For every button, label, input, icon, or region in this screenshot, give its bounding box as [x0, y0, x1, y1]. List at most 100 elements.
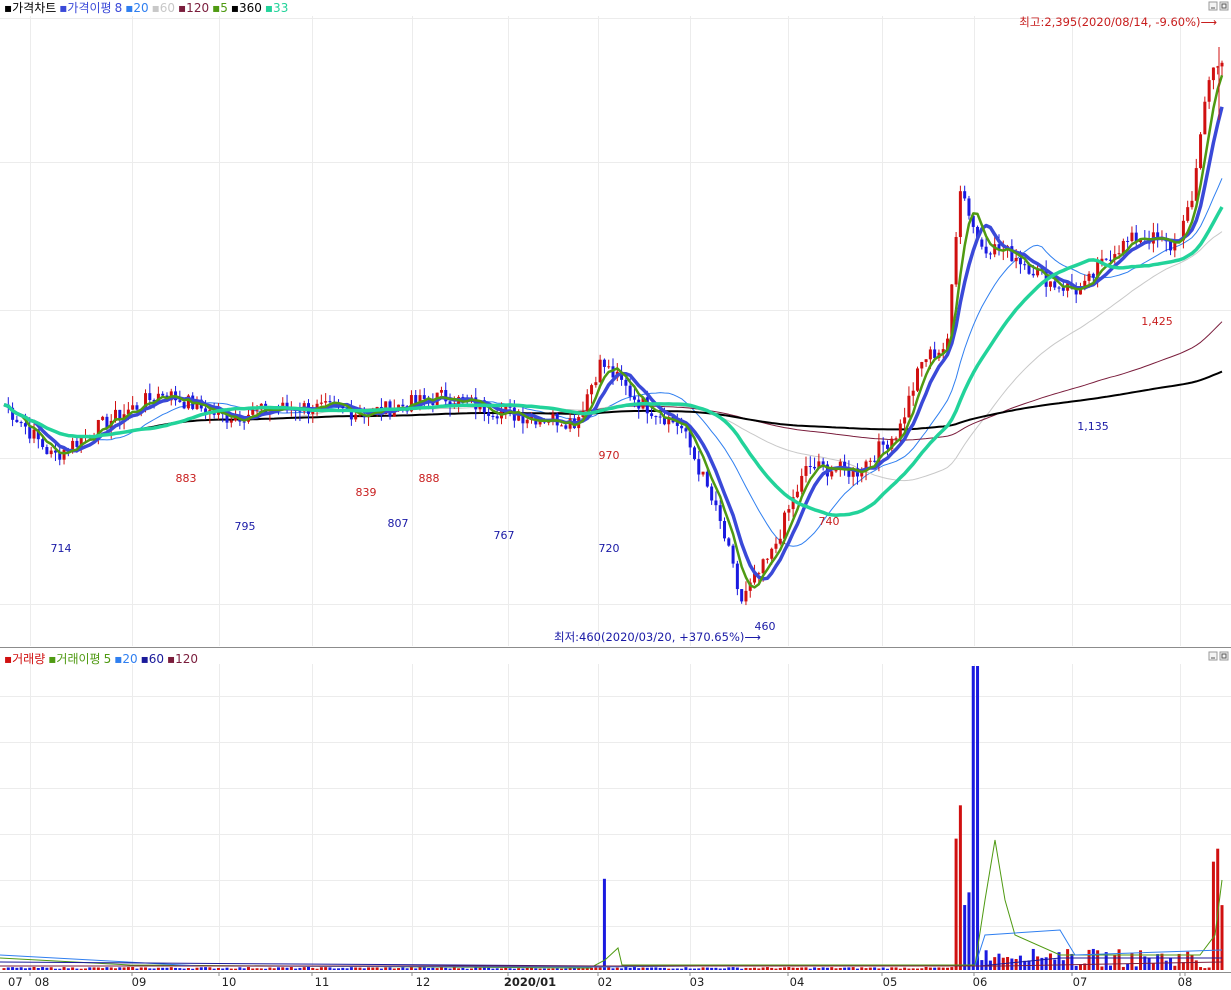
volume-bar — [135, 968, 139, 970]
candle-body — [821, 461, 825, 465]
candle-body — [1023, 264, 1027, 266]
volume-bar — [169, 967, 173, 970]
candle-body — [131, 405, 135, 410]
volume-bar — [778, 967, 782, 970]
volume-bar — [444, 967, 448, 970]
axis-label: 12 — [416, 975, 431, 989]
candle-body — [598, 359, 602, 383]
volume-bar — [105, 967, 109, 970]
volume-bar — [547, 968, 551, 970]
volume-bar — [885, 968, 889, 970]
candle-body — [765, 558, 769, 560]
candle-body — [1018, 257, 1022, 265]
volume-bar — [246, 967, 250, 970]
volume-bar — [122, 967, 126, 970]
volume-bar — [688, 968, 692, 970]
volume-bar — [495, 968, 499, 970]
volume-bar — [354, 967, 358, 970]
volume-bars — [2, 666, 1224, 970]
candle-body — [920, 362, 924, 369]
candle-body — [701, 471, 705, 475]
volume-bar — [632, 967, 636, 970]
candle-body — [770, 548, 774, 559]
volume-bar — [1156, 954, 1160, 970]
volume-bar — [79, 968, 83, 970]
candle-body — [718, 505, 722, 521]
volume-bar — [517, 968, 521, 970]
volume-bar — [843, 967, 847, 970]
candle-body — [508, 406, 512, 408]
volume-bar — [808, 968, 812, 970]
volume-bar — [607, 967, 611, 970]
volume-bar — [697, 968, 701, 970]
volume-bar — [491, 968, 495, 970]
volume-bar — [281, 967, 285, 970]
volume-bar — [860, 967, 864, 970]
volume-bar — [701, 967, 705, 970]
volume-bar — [482, 967, 486, 970]
volume-panel-maximize-button[interactable] — [1219, 651, 1229, 661]
volume-bar — [1173, 965, 1177, 970]
volume-bar — [165, 967, 169, 970]
candle-body — [328, 401, 332, 403]
price-panel-maximize-button[interactable] — [1219, 1, 1229, 11]
volume-bar — [1211, 861, 1215, 970]
volume-bar — [744, 967, 748, 970]
volume-bar — [692, 968, 696, 970]
candle-body — [148, 393, 152, 400]
volume-bar — [521, 968, 525, 970]
volume-bar — [783, 967, 787, 970]
volume-bar — [289, 967, 293, 970]
candle-body — [697, 459, 701, 475]
volume-bar — [753, 967, 757, 970]
volume-bar — [770, 967, 774, 970]
volume-bar — [285, 967, 289, 970]
volume-moving-averages — [0, 839, 1223, 969]
volume-bar — [637, 968, 641, 970]
legend-item: 5 — [104, 652, 112, 666]
candle-body — [594, 382, 598, 386]
candle-body — [795, 491, 799, 498]
legend-item: ▪60 — [152, 1, 175, 15]
volume-bar — [1108, 965, 1112, 970]
volume-bar — [422, 967, 426, 970]
volume-bar — [208, 967, 212, 970]
axis-label: 07 — [8, 975, 23, 989]
volume-bar — [1207, 967, 1211, 970]
volume-bar — [58, 968, 62, 970]
candle-body — [178, 400, 182, 402]
volume-bar — [341, 967, 345, 970]
axis-label: 04 — [790, 975, 805, 989]
volume-bar — [997, 953, 1001, 970]
volume-panel-minimize-button[interactable] — [1208, 651, 1218, 661]
candle-body — [1117, 253, 1121, 255]
candle-body — [1190, 200, 1194, 208]
volume-bar — [41, 967, 45, 970]
volume-bar — [186, 968, 190, 970]
candle-body — [658, 416, 662, 418]
volume-bar — [911, 968, 915, 970]
candle-body — [401, 404, 405, 407]
price-annotation: 839 — [356, 486, 377, 499]
volume-bar — [118, 967, 122, 970]
legend-item: ▪20 — [125, 1, 148, 15]
volume-bar — [49, 967, 53, 970]
candle-body — [101, 416, 105, 420]
axis-label: 02 — [598, 975, 613, 989]
volume-bar — [834, 968, 838, 970]
volume-bar — [1048, 953, 1052, 970]
volume-bar — [680, 968, 684, 970]
volume-bar — [628, 967, 632, 970]
price-panel-minimize-button[interactable] — [1208, 1, 1218, 11]
volume-bar — [898, 968, 902, 970]
candle-body — [1126, 240, 1130, 242]
candle-body — [182, 401, 186, 409]
candle-body — [590, 385, 594, 395]
candle-body — [1199, 134, 1203, 169]
volume-bar — [813, 967, 817, 970]
price-annotation: 1,135 — [1077, 420, 1109, 433]
volume-bar — [311, 967, 315, 970]
volume-bar — [748, 968, 752, 970]
candle-body — [1130, 232, 1134, 242]
volume-bar — [787, 967, 791, 970]
